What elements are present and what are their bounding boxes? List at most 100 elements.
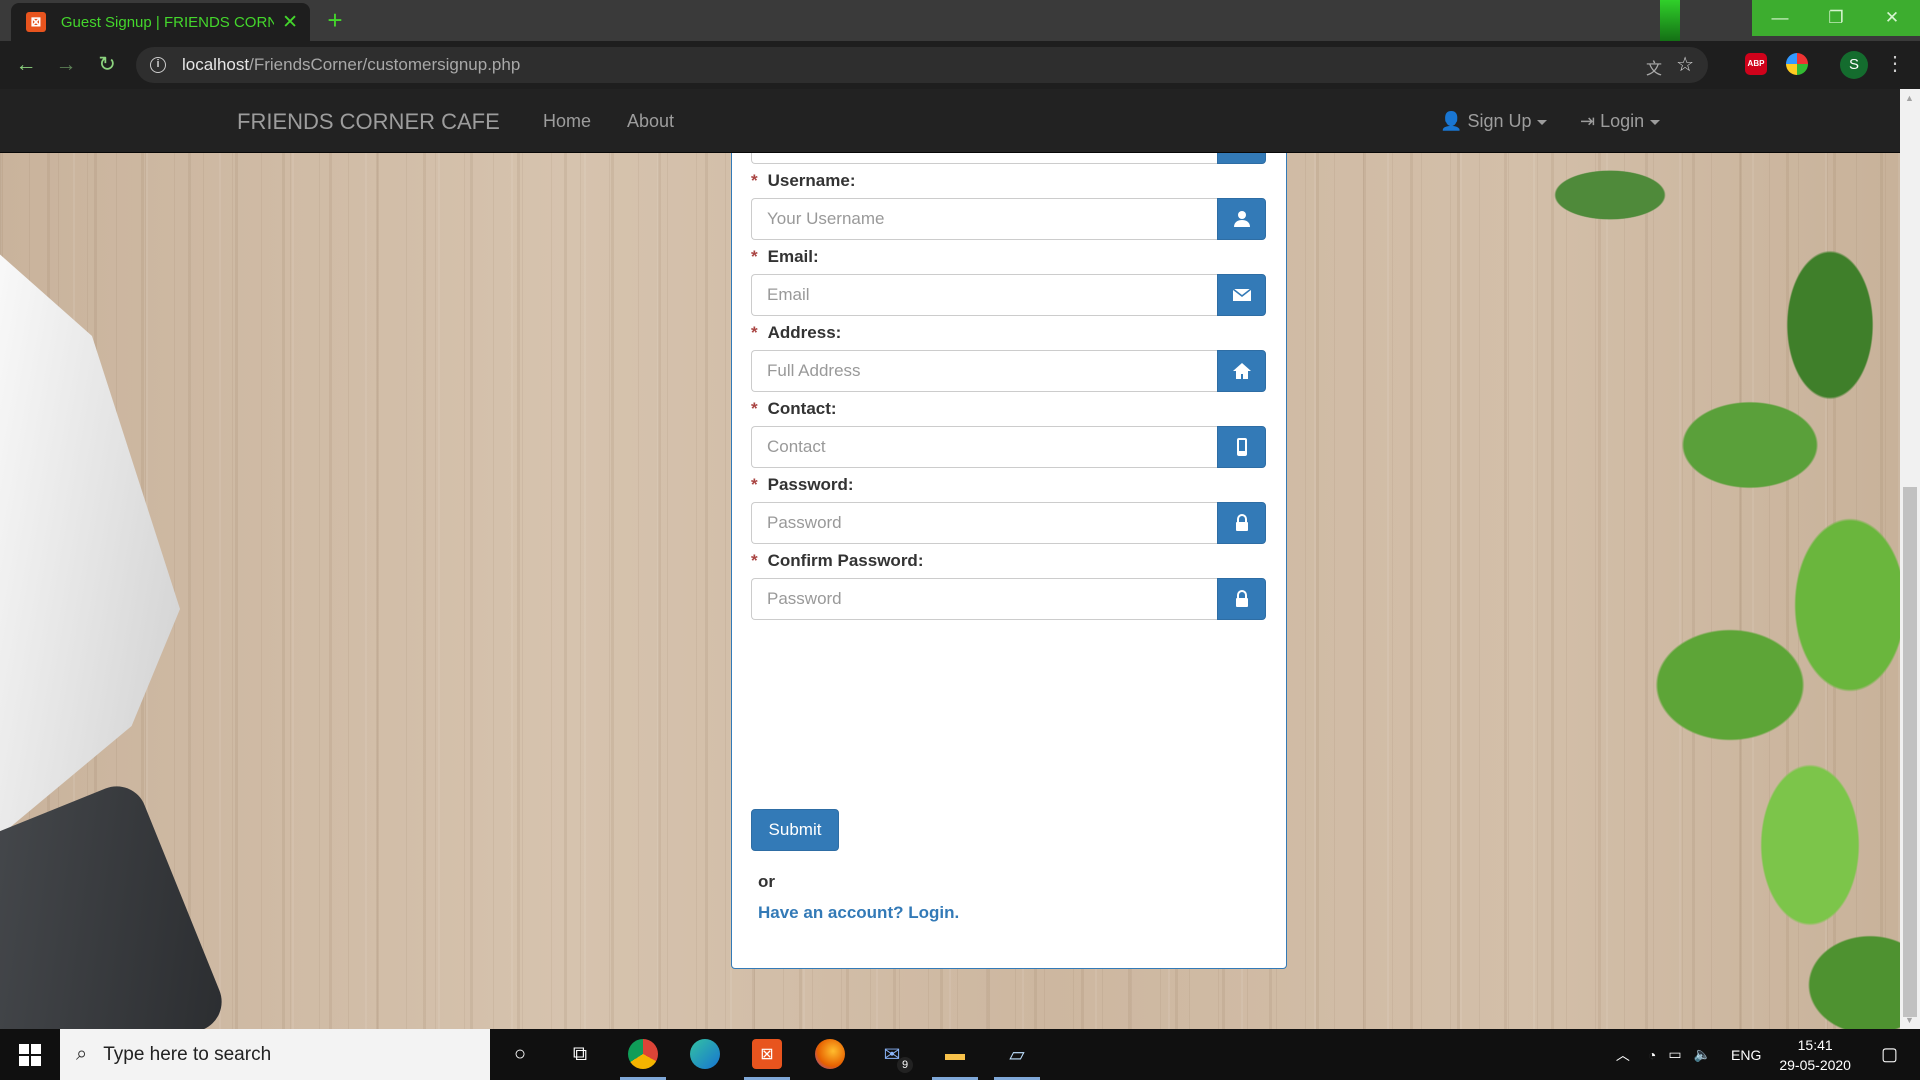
search-icon: ⌕ xyxy=(76,1043,88,1065)
home-icon xyxy=(1217,350,1266,392)
mail-icon[interactable]: ✉ 9 xyxy=(877,1039,913,1073)
site-info-icon[interactable]: i xyxy=(150,57,166,73)
page-viewport: *Full Name:*Username:*Email:*Address:*Co… xyxy=(0,89,1900,1029)
forward-arrow-icon[interactable]: → xyxy=(52,51,80,79)
back-arrow-icon[interactable]: ← xyxy=(12,51,40,79)
brand-link[interactable]: FRIENDS CORNER CAFE xyxy=(237,109,500,135)
chrome-icon[interactable] xyxy=(628,1039,658,1069)
minimize-icon[interactable]: — xyxy=(1752,0,1808,36)
network-icon[interactable]: ◔ xyxy=(1648,1047,1656,1063)
field-label-text: Username: xyxy=(767,171,856,190)
new-tab-button[interactable]: + xyxy=(322,7,348,34)
xampp-icon[interactable]: ⊠ xyxy=(752,1039,782,1069)
required-asterisk: * xyxy=(751,399,758,418)
field-label-text: Address: xyxy=(767,323,842,342)
search-placeholder: Type here to search xyxy=(103,1043,272,1065)
system-tray: ︿ ◔ ▭ 🔈 ENG 15:41 29-05-2020 ▢ xyxy=(1616,1029,1920,1080)
nav-home[interactable]: Home xyxy=(543,111,591,132)
input-group xyxy=(751,198,1266,240)
submit-button[interactable]: Submit xyxy=(751,809,839,851)
field-label: * Confirm Password: xyxy=(751,551,923,571)
field-label-text: Password: xyxy=(767,475,854,494)
taskbar-search[interactable]: ⌕ Type here to search xyxy=(60,1029,490,1080)
battery-icon[interactable]: ▭ xyxy=(1668,1046,1681,1063)
username-input[interactable] xyxy=(751,198,1217,240)
translate-icon[interactable]: 文 xyxy=(1646,55,1662,79)
field-label: * Password: xyxy=(751,475,854,495)
adblock-plus-icon[interactable]: ABP xyxy=(1745,53,1767,75)
window-controls: — ❐ ✕ xyxy=(1752,0,1920,36)
tab-title: Guest Signup | FRIENDS CORNER CAFE xyxy=(60,13,275,31)
caret-down-icon xyxy=(1650,119,1661,125)
input-group xyxy=(751,350,1266,392)
start-button[interactable] xyxy=(0,1029,60,1080)
phone-icon xyxy=(1217,426,1266,468)
nav-login-dropdown[interactable]: ⇥ Login xyxy=(1580,111,1661,132)
scroll-up-icon[interactable]: ▲ xyxy=(1905,93,1914,103)
language-indicator[interactable]: ENG xyxy=(1731,1047,1761,1063)
login-link[interactable]: Have an account? Login. xyxy=(758,903,959,923)
required-asterisk: * xyxy=(751,247,758,266)
notepad-app-icon[interactable]: ▱ xyxy=(1002,1039,1032,1069)
password-input[interactable] xyxy=(751,502,1217,544)
input-group xyxy=(751,426,1266,468)
required-asterisk: * xyxy=(751,171,758,190)
browser-toolbar: ← → ↻ i localhost/FriendsCorner/customer… xyxy=(0,41,1920,89)
site-navbar: FRIENDS CORNER CAFE Home About 👤 Sign Up… xyxy=(0,89,1900,153)
field-label-text: Email: xyxy=(767,247,819,266)
restore-icon[interactable]: ❐ xyxy=(1808,0,1864,36)
windows-taskbar: ⌕ Type here to search ○ ⧉ ⊠ ✉ 9 ▬ ▱ ︿ ◔ ▭… xyxy=(0,1029,1920,1080)
signup-panel: *Full Name:*Username:*Email:*Address:*Co… xyxy=(731,89,1287,969)
lock-icon xyxy=(1217,578,1266,620)
profile-avatar[interactable]: S xyxy=(1840,51,1868,79)
cortana-icon[interactable]: ○ xyxy=(505,1039,535,1069)
show-hidden-icons-icon[interactable]: ︿ xyxy=(1616,1045,1630,1065)
clock[interactable]: 15:41 29-05-2020 xyxy=(1779,1035,1851,1075)
url-text: localhost/FriendsCorner/customersignup.p… xyxy=(182,55,521,74)
edge-icon[interactable] xyxy=(690,1039,720,1069)
browser-tab-bar: ⊠ Guest Signup | FRIENDS CORNER CAFE ✕ +… xyxy=(0,0,1920,41)
extension-icon[interactable] xyxy=(1786,53,1808,75)
scroll-down-icon[interactable]: ▼ xyxy=(1905,1015,1914,1025)
address-input[interactable] xyxy=(751,350,1217,392)
close-window-icon[interactable]: ✕ xyxy=(1864,0,1920,36)
confirm-password-input[interactable] xyxy=(751,578,1217,620)
theme-decoration xyxy=(1660,0,1680,41)
xampp-favicon-icon: ⊠ xyxy=(26,12,46,32)
user-icon: 👤 xyxy=(1440,111,1463,131)
field-label: * Address: xyxy=(751,323,841,343)
scrollbar-thumb[interactable] xyxy=(1903,487,1917,1017)
or-text: or xyxy=(758,872,775,891)
field-label: * Username: xyxy=(751,171,856,191)
user-icon xyxy=(1217,198,1266,240)
volume-icon[interactable]: 🔈 xyxy=(1694,1046,1711,1063)
browser-menu-icon[interactable]: ⋮ xyxy=(1885,51,1905,76)
required-asterisk: * xyxy=(751,475,758,494)
background-knife-handle xyxy=(0,777,231,1029)
nav-about[interactable]: About xyxy=(627,111,674,132)
background-herbs-image xyxy=(1310,125,1900,1029)
bookmark-star-icon[interactable]: ☆ xyxy=(1676,52,1694,77)
field-label-text: Confirm Password: xyxy=(767,551,924,570)
address-bar[interactable]: i localhost/FriendsCorner/customersignup… xyxy=(136,47,1708,83)
firefox-icon[interactable] xyxy=(815,1039,845,1069)
input-group xyxy=(751,502,1266,544)
page-scrollbar[interactable]: ▲ ▼ xyxy=(1900,89,1920,1029)
envelope-icon xyxy=(1217,274,1266,316)
task-view-icon[interactable]: ⧉ xyxy=(565,1039,595,1069)
browser-tab[interactable]: ⊠ Guest Signup | FRIENDS CORNER CAFE ✕ xyxy=(11,3,310,41)
contact-input[interactable] xyxy=(751,426,1217,468)
file-explorer-icon[interactable]: ▬ xyxy=(940,1039,970,1069)
notifications-icon[interactable]: ▢ xyxy=(1881,1044,1898,1065)
field-label: * Contact: xyxy=(751,399,837,419)
field-label: * Email: xyxy=(751,247,819,267)
field-label-text: Contact: xyxy=(767,399,837,418)
windows-logo-icon xyxy=(19,1043,41,1066)
login-icon: ⇥ xyxy=(1580,111,1596,131)
nav-signup-dropdown[interactable]: 👤 Sign Up xyxy=(1440,111,1548,132)
tab-close-icon[interactable]: ✕ xyxy=(282,11,298,34)
email-input[interactable] xyxy=(751,274,1217,316)
input-group xyxy=(751,578,1266,620)
background-knife-image xyxy=(0,219,180,869)
reload-icon[interactable]: ↻ xyxy=(93,51,121,79)
